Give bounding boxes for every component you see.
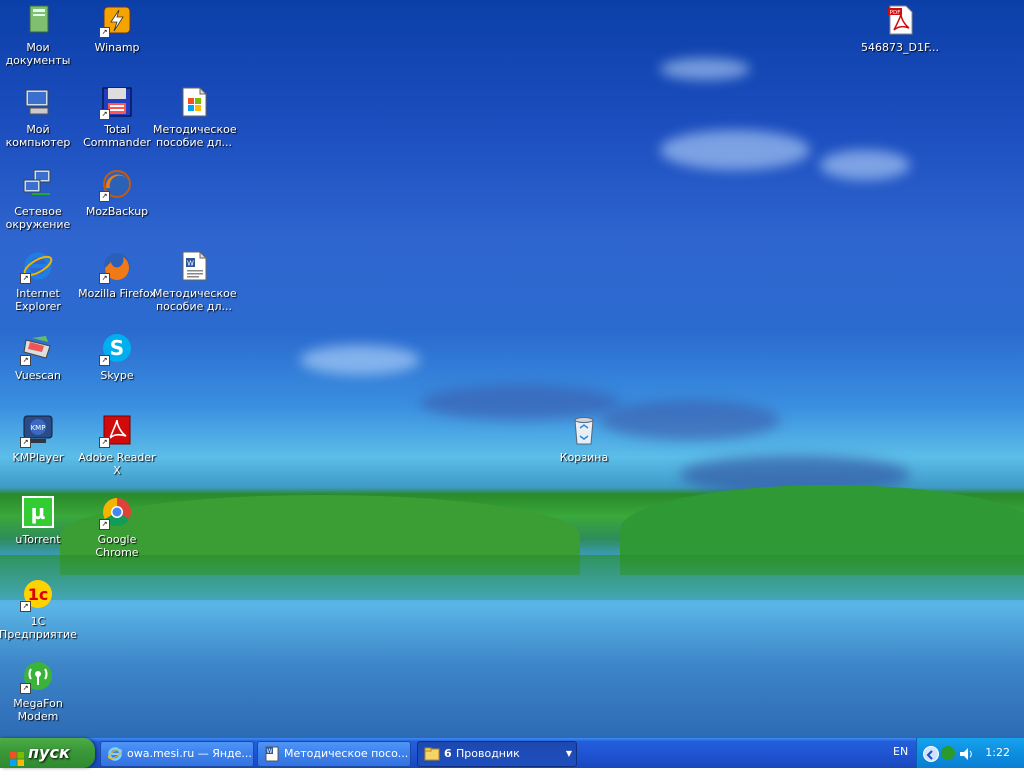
desktop-icon-internet-explorer[interactable]: ↗ Internet Explorer — [0, 250, 79, 313]
svg-text:PDF: PDF — [890, 10, 901, 16]
desktop-icon-word-doc-2[interactable]: W Методическое пособие дл... — [153, 250, 237, 313]
desktop-icon-recycle-bin[interactable]: Корзина — [543, 414, 625, 464]
desktop-icon-vuescan[interactable]: ↗ Vuescan — [0, 332, 79, 382]
svg-text:KMP: KMP — [31, 424, 46, 432]
cloud — [660, 130, 810, 170]
start-label: пуск — [28, 743, 70, 762]
svg-text:W: W — [187, 260, 194, 268]
svg-text:S: S — [110, 336, 124, 360]
shortcut-arrow-icon: ↗ — [99, 109, 110, 120]
svg-text:W: W — [267, 748, 273, 755]
desktop-icon-1c-enterprise[interactable]: 1с ↗ 1С Предприятие — [0, 578, 79, 641]
my-documents-icon — [22, 4, 54, 36]
taskbar-item-explorer-group[interactable]: 6 Проводник ▼ — [417, 741, 577, 767]
firefox-icon: ↗ — [99, 250, 133, 284]
mozbackup-icon: ↗ — [99, 168, 133, 202]
word-document-icon — [178, 86, 210, 118]
start-button[interactable]: пуск — [0, 738, 95, 768]
desktop-icon-skype[interactable]: S ↗ Skype — [76, 332, 158, 382]
desktop-icon-utorrent[interactable]: µ uTorrent — [0, 496, 79, 546]
shortcut-arrow-icon: ↗ — [99, 273, 110, 284]
shortcut-arrow-icon: ↗ — [99, 27, 110, 38]
desktop-icon-google-chrome[interactable]: ↗ Google Chrome — [76, 496, 158, 559]
volume-icon[interactable] — [959, 746, 973, 760]
desktop-icon-my-computer[interactable]: Мой компьютер — [0, 86, 79, 149]
megafon-modem-icon: ↗ — [20, 660, 54, 694]
desktop-icon-total-commander[interactable]: ↗ Total Commander — [76, 86, 158, 149]
desktop-icon-kmplayer[interactable]: KMP ↗ KMPlayer — [0, 414, 79, 464]
language-indicator[interactable]: EN — [893, 744, 908, 760]
shoreline — [0, 555, 1024, 600]
desktop-icon-megafon-modem[interactable]: ↗ MegaFon Modem — [0, 660, 79, 723]
utorrent-icon: µ — [22, 496, 54, 528]
cloud — [300, 345, 420, 375]
desktop-icon-mozilla-firefox[interactable]: ↗ Mozilla Firefox — [76, 250, 158, 300]
shortcut-arrow-icon: ↗ — [20, 601, 31, 612]
shortcut-arrow-icon: ↗ — [99, 437, 110, 448]
vuescan-icon: ↗ — [20, 332, 54, 366]
shortcut-arrow-icon: ↗ — [20, 355, 31, 366]
shortcut-arrow-icon: ↗ — [20, 437, 31, 448]
shortcut-arrow-icon: ↗ — [99, 191, 110, 202]
folder-icon — [424, 746, 440, 762]
shortcut-arrow-icon: ↗ — [99, 519, 110, 530]
chrome-icon: ↗ — [99, 496, 133, 530]
internet-explorer-icon: ↗ — [20, 250, 54, 284]
recycle-bin-icon — [568, 414, 600, 446]
shortcut-arrow-icon: ↗ — [20, 683, 31, 694]
taskbar-item-label: Проводник — [456, 747, 520, 760]
winamp-icon: ↗ — [99, 4, 133, 38]
taskbar-group-count: 6 — [444, 747, 452, 760]
internet-explorer-icon — [107, 746, 123, 762]
cloud — [820, 150, 910, 180]
taskbar-item-label: owa.mesi.ru — Янде... — [127, 747, 252, 760]
word-document-icon: W — [264, 746, 280, 762]
cloud — [660, 58, 750, 80]
word-document-icon: W — [178, 250, 210, 282]
my-computer-icon — [22, 86, 54, 118]
cloud — [600, 400, 780, 440]
desktop-icon-network-places[interactable]: Сетевое окружение — [0, 168, 79, 231]
total-commander-icon: ↗ — [99, 86, 133, 120]
desktop-icon-winamp[interactable]: ↗ Winamp — [76, 4, 158, 54]
taskbar-item-word[interactable]: W Методическое посо... — [257, 741, 411, 767]
kmplayer-icon: KMP ↗ — [20, 414, 54, 448]
pdf-file-icon: PDF — [884, 4, 916, 36]
taskbar-item-label: Методическое посо... — [284, 747, 409, 760]
system-tray: 1:22 — [916, 738, 1024, 768]
adobe-reader-icon: ↗ — [99, 414, 133, 448]
shortcut-arrow-icon: ↗ — [99, 355, 110, 366]
svg-text:µ: µ — [31, 500, 46, 524]
desktop-icon-word-doc-1[interactable]: Методическое пособие дл... — [153, 86, 237, 149]
desktop-icon-my-documents[interactable]: Мои документы — [0, 4, 79, 67]
network-places-icon — [22, 168, 54, 200]
show-hidden-icons-icon[interactable] — [923, 746, 939, 762]
windows-logo-icon — [10, 746, 24, 766]
taskbar-item-browser[interactable]: owa.mesi.ru — Янде... — [100, 741, 254, 767]
network-status-icon[interactable] — [941, 746, 955, 760]
desktop-icon-pdf-file[interactable]: PDF 546873_D1F... — [855, 4, 945, 54]
shortcut-arrow-icon: ↗ — [20, 273, 31, 284]
1c-enterprise-icon: 1с ↗ — [20, 578, 54, 612]
chevron-down-icon: ▼ — [565, 749, 572, 758]
desktop-icon-adobe-reader[interactable]: ↗ Adobe Reader X — [76, 414, 158, 477]
desktop-icon-mozbackup[interactable]: ↗ MozBackup — [76, 168, 158, 218]
desktop[interactable]: Мои документы Мой компьютер Сетевое окру… — [0, 0, 1024, 738]
skype-icon: S ↗ — [99, 332, 133, 366]
clock[interactable]: 1:22 — [985, 738, 1010, 768]
taskbar: пуск owa.mesi.ru — Янде... W Методическо… — [0, 738, 1024, 768]
